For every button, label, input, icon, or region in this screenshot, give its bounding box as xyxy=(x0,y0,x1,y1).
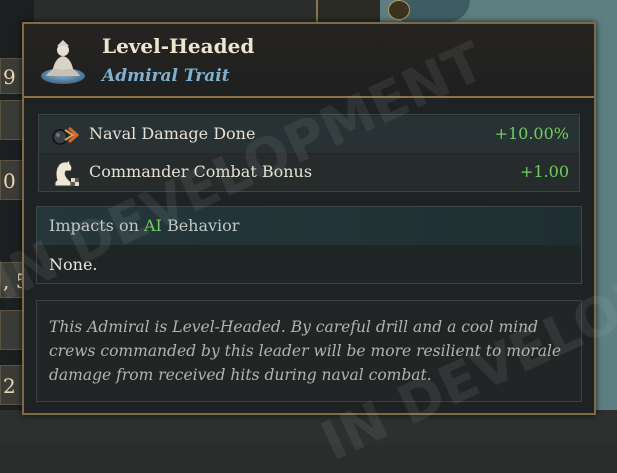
cannonball-icon xyxy=(52,126,80,145)
map-marker-icon[interactable] xyxy=(388,0,410,20)
ai-behavior-value: None. xyxy=(49,255,98,274)
ai-behavior-body: None. xyxy=(37,245,581,283)
bottom-bar xyxy=(0,410,617,445)
trait-subtitle: Admiral Trait xyxy=(102,66,230,86)
trait-title: Level-Headed xyxy=(102,34,255,58)
admiral-portrait-icon xyxy=(41,40,85,84)
chess-knight-icon xyxy=(54,159,79,187)
flavor-text-box: This Admiral is Level-Headed. By careful… xyxy=(36,300,582,402)
flavor-text: This Admiral is Level-Headed. By careful… xyxy=(49,318,562,384)
map-land xyxy=(400,0,470,22)
trait-tooltip: Level-Headed Admiral Trait Naval Damage … xyxy=(22,22,596,415)
effect-row: Naval Damage Done +10.00% xyxy=(39,116,579,153)
ai-behavior-title: Impacts on AI Behavior xyxy=(49,216,240,235)
effects-list: Naval Damage Done +10.00% Commander Comb… xyxy=(38,114,580,192)
header-divider xyxy=(24,96,594,98)
effect-value: +10.00% xyxy=(494,124,569,143)
effect-value: +1.00 xyxy=(519,162,569,181)
ai-behavior-section: Impacts on AI Behavior None. xyxy=(36,206,582,284)
effect-row: Commander Combat Bonus +1.00 xyxy=(39,154,579,191)
ai-behavior-header: Impacts on AI Behavior xyxy=(37,207,581,245)
effect-label: Commander Combat Bonus xyxy=(89,162,313,181)
tooltip-header: Level-Headed Admiral Trait xyxy=(24,24,594,98)
effect-label: Naval Damage Done xyxy=(89,124,256,143)
